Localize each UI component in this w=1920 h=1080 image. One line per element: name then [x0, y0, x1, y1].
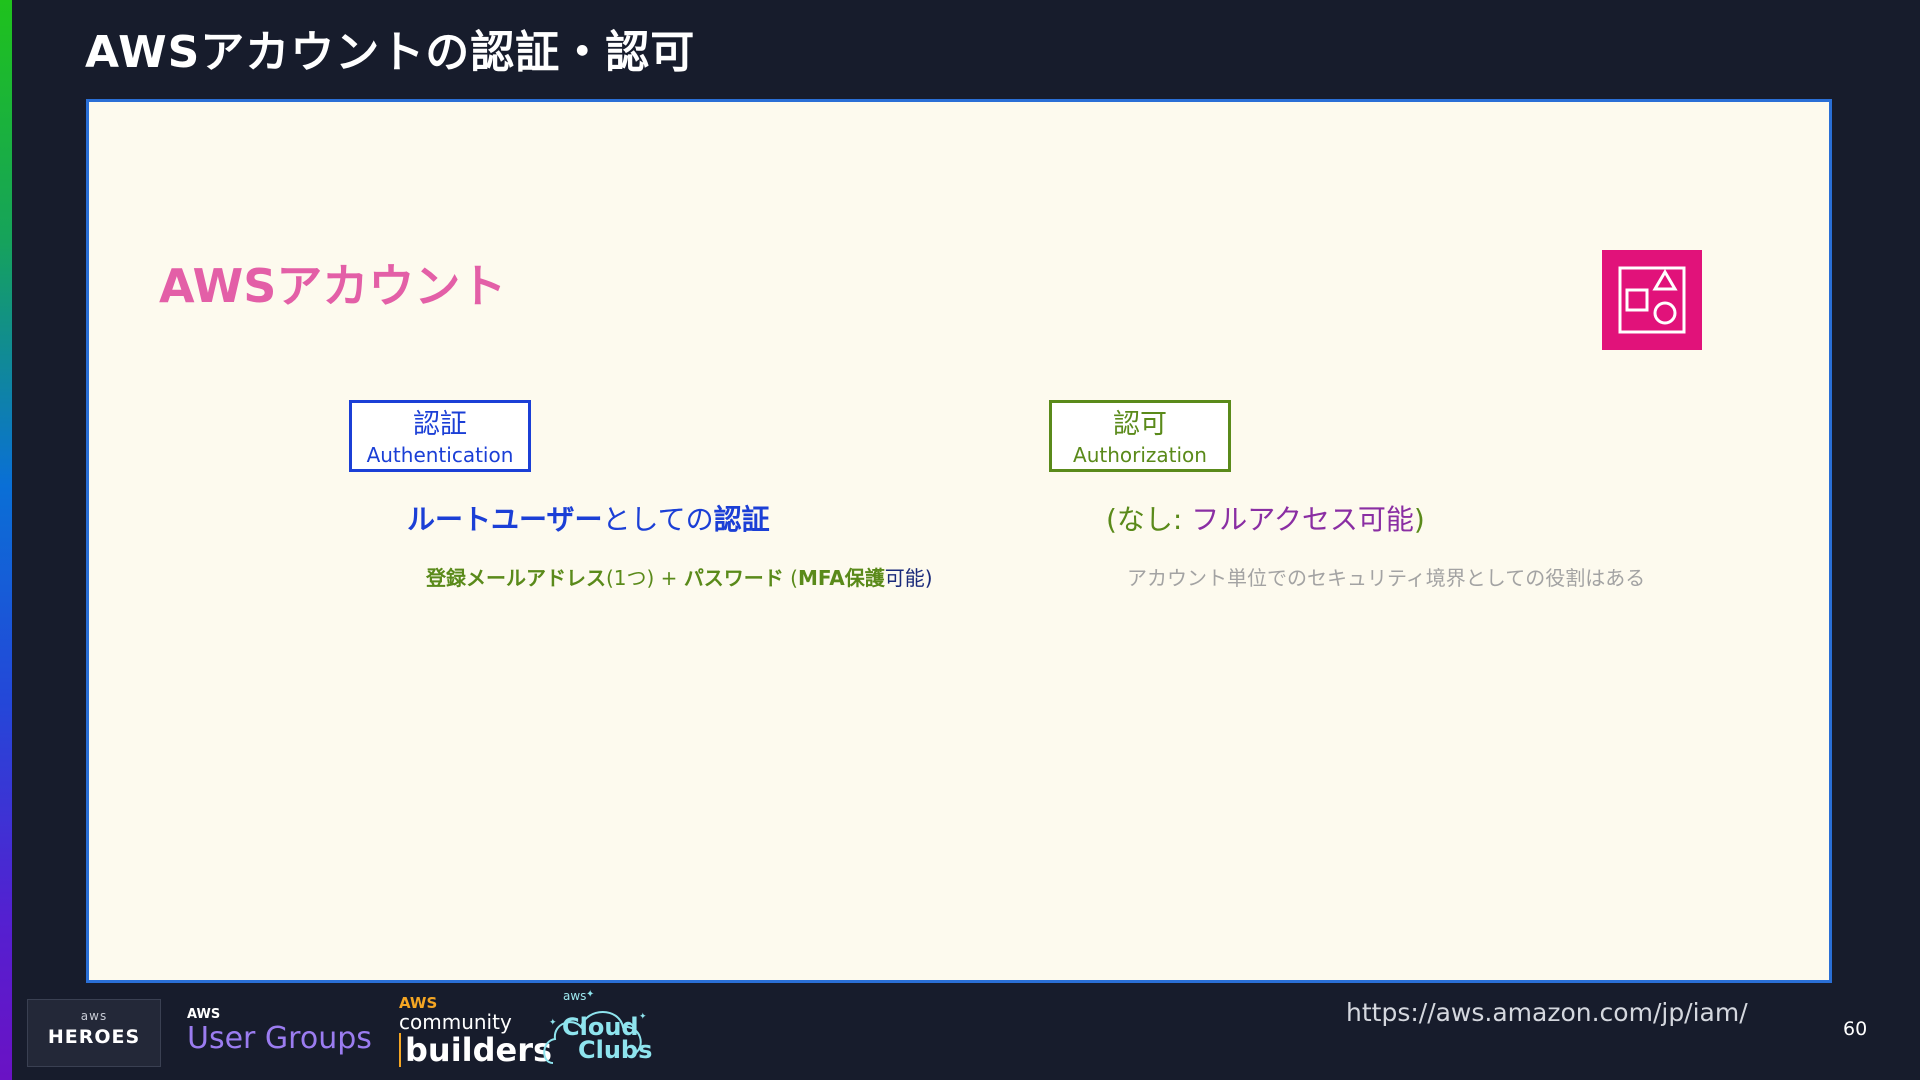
authentication-headline: ルートユーザーとしての認証 — [407, 498, 770, 538]
aws-heroes-logo: aws HEROES — [27, 999, 161, 1067]
svg-text:✦: ✦ — [639, 1012, 647, 1022]
cb-builders-text: builders — [399, 1033, 552, 1067]
cc-aws-text: aws — [563, 989, 587, 1003]
page-number: 60 — [1843, 1018, 1868, 1040]
aws-user-groups-logo: AWS User Groups — [187, 1007, 372, 1056]
password-text: パスワード — [683, 566, 784, 590]
heroes-aws-text: aws — [80, 1009, 108, 1023]
authorization-headline: (なし: フルアクセス可能) — [1106, 498, 1425, 538]
authorization-label-jp: 認可 — [1113, 409, 1167, 440]
aws-cloud-clubs-logo: ✦ ✦ ✦ aws Cloud Clubs — [541, 985, 661, 1075]
authorization-detail: アカウント単位でのセキュリティ境界としての役割はある — [1127, 566, 1646, 590]
authorization-label-box: 認可 Authorization — [1049, 400, 1231, 472]
heroes-text: HEROES — [47, 1026, 141, 1048]
count-text: (1つ) + — [606, 566, 684, 590]
slide-title: AWSアカウントの認証・認可 — [85, 27, 696, 78]
paren-close-text: ) — [1413, 503, 1425, 536]
accent-gradient-bar — [0, 0, 12, 1080]
content-panel: AWSアカウント 認証 Authentication 認可 Authorizat… — [86, 99, 1832, 983]
authentication-label-jp: 認証 — [413, 409, 467, 440]
authentication-label-box: 認証 Authentication — [349, 400, 531, 472]
svg-text:✦: ✦ — [586, 989, 594, 1000]
cb-community-text: community — [399, 1010, 512, 1034]
authentication-detail: 登録メールアドレス(1つ) + パスワード (MFA保護可能) — [426, 562, 933, 591]
none-prefix-text: (なし: — [1106, 503, 1192, 536]
email-text: 登録メールアドレス — [426, 566, 606, 590]
aws-community-builders-logo: AWS community builders — [399, 995, 552, 1067]
shapes-icon — [1618, 266, 1686, 334]
paren-open-text: ( — [783, 566, 798, 590]
as-text: としての — [602, 503, 714, 536]
svg-text:✦: ✦ — [549, 1018, 557, 1028]
aws-account-shapes-icon — [1602, 250, 1702, 350]
mfa-text: MFA保護 — [797, 566, 885, 590]
user-groups-text: User Groups — [187, 1021, 372, 1056]
cc-clubs-text: Clubs — [578, 1036, 653, 1064]
cb-aws-text: AWS — [399, 994, 438, 1012]
full-access-text: フルアクセス可能 — [1191, 503, 1414, 536]
authorization-label-en: Authorization — [1073, 443, 1207, 467]
footer-logos: aws HEROES AWS User Groups AWS community… — [27, 989, 667, 1075]
possible-text: 可能) — [884, 566, 933, 590]
section-title: AWSアカウント — [159, 259, 507, 313]
authentication-word: 認証 — [713, 503, 770, 536]
root-user-text: ルートユーザー — [407, 503, 603, 536]
authentication-label-en: Authentication — [366, 443, 514, 467]
user-groups-aws-text: AWS — [187, 1007, 221, 1022]
reference-url[interactable]: https://aws.amazon.com/jp/iam/ — [1346, 998, 1748, 1027]
